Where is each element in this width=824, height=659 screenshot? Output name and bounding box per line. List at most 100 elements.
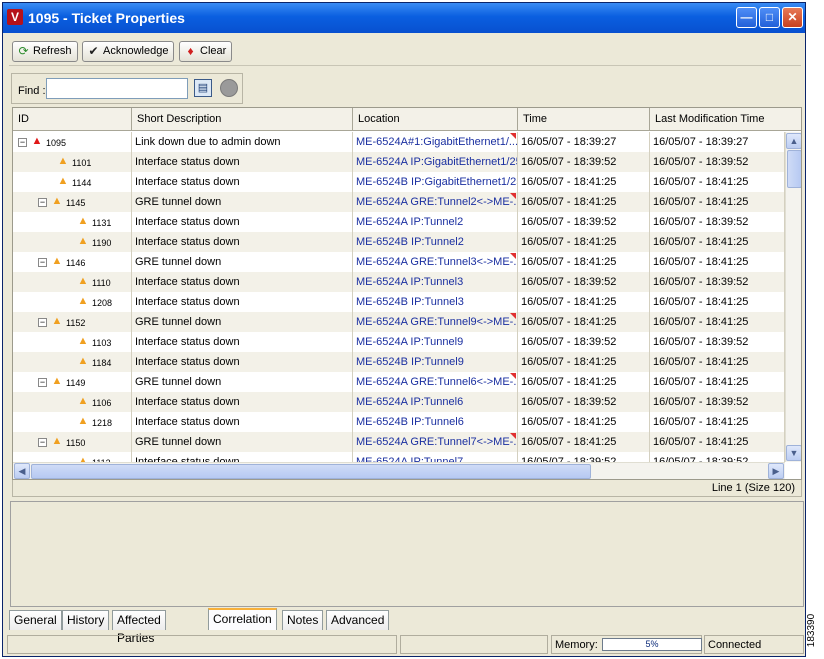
table-row[interactable]: ▲ 1131 Interface status down ME-6524A IP:Tu…	[13, 212, 785, 232]
table-row[interactable]: ▲ 1190 Interface status down ME-6524B IP:Tu…	[13, 232, 785, 252]
table-row[interactable]: − ▲ 1150 GRE tunnel down ME-6524A GRE:Tunnel…	[13, 432, 785, 452]
title-bar[interactable]: V 1095 - Ticket Properties — □ ✕	[3, 3, 805, 33]
table-row[interactable]: ▲ 1106 Interface status down ME-6524A IP:Tu…	[13, 392, 785, 412]
clear-button[interactable]: ♦ Clear	[179, 41, 233, 62]
table-row[interactable]: − ▲ 1149 GRE tunnel down ME-6524A GRE:Tunnel…	[13, 372, 785, 392]
cell-short-description-text: Interface status down	[135, 416, 240, 428]
cell-short-description-text: Interface status down	[135, 396, 240, 408]
ticket-id: 1152	[66, 318, 86, 328]
cell-short-description: Interface status down	[132, 332, 353, 352]
collapse-toggle-icon[interactable]: −	[38, 378, 47, 387]
clear-bell-icon: ♦	[187, 44, 194, 58]
table-row[interactable]: ▲ 1144 Interface status down ME-6524B IP:Gi…	[13, 172, 785, 192]
cell-last-modification-time-text: 16/05/07 - 18:39:52	[653, 216, 749, 228]
table-row[interactable]: ▲ 1110 Interface status down ME-6524A IP:Tu…	[13, 272, 785, 292]
cell-time: 16/05/07 - 18:39:52	[518, 152, 650, 172]
tab-correlation[interactable]: Correlation	[208, 608, 277, 630]
cell-location: ME-6524A IP:Tunnel9	[353, 332, 518, 352]
table-row[interactable]: − ▲ 1145 GRE tunnel down ME-6524A GRE:Tunnel…	[13, 192, 785, 212]
vertical-scroll-thumb[interactable]	[787, 150, 801, 188]
table-row[interactable]: ▲ 1218 Interface status down ME-6524B IP:Tu…	[13, 412, 785, 432]
acknowledge-button[interactable]: ✔ Acknowledge	[82, 41, 175, 62]
cell-id: ▲ 1184	[13, 352, 132, 372]
tab-advanced[interactable]: Advanced	[326, 610, 390, 630]
vertical-scrollbar[interactable]: ▲ ▼	[785, 132, 801, 462]
cell-short-description: Interface status down	[132, 152, 353, 172]
alarm-bell-icon: ▲	[51, 255, 63, 267]
cell-last-modification-time: 16/05/07 - 18:41:25	[650, 232, 785, 252]
alarm-bell-icon: ▲	[77, 415, 89, 427]
ticket-id: 1103	[92, 338, 112, 348]
table-row[interactable]: − ▲ 1095 Link down due to admin down ME-6524…	[13, 132, 785, 152]
collapse-toggle-icon[interactable]: −	[38, 438, 47, 447]
cell-time-text: 16/05/07 - 18:39:27	[521, 136, 617, 148]
table-row[interactable]: ▲ 1101 Interface status down ME-6524A IP:Gi…	[13, 152, 785, 172]
cell-id: ▲ 1101	[13, 152, 132, 172]
ticket-id: 1144	[72, 178, 92, 188]
truncated-marker-icon	[510, 253, 516, 259]
table-row[interactable]: ▲ 1103 Interface status down ME-6524A IP:Tu…	[13, 332, 785, 352]
table-row[interactable]: ▲ 1208 Interface status down ME-6524B IP:Tu…	[13, 292, 785, 312]
column-header-location[interactable]: Location	[353, 108, 518, 131]
cell-short-description-text: Interface status down	[135, 336, 240, 348]
status-segment-left	[7, 635, 397, 654]
save-icon[interactable]: ▤	[194, 79, 212, 97]
cell-time-text: 16/05/07 - 18:41:25	[521, 356, 617, 368]
cell-location: ME-6524A IP:Tunnel3	[353, 272, 518, 292]
collapse-toggle-icon[interactable]: −	[38, 258, 47, 267]
checkmark-icon: ✔	[88, 44, 99, 58]
ticket-id: 1095	[46, 138, 67, 148]
table-row[interactable]: − ▲ 1146 GRE tunnel down ME-6524A GRE:Tunnel…	[13, 252, 785, 272]
column-header-time[interactable]: Time	[518, 108, 650, 131]
cell-time: 16/05/07 - 18:39:52	[518, 272, 650, 292]
collapse-toggle-icon[interactable]: −	[38, 318, 47, 327]
collapse-toggle-icon[interactable]: −	[18, 138, 27, 147]
tab-general[interactable]: General	[9, 610, 62, 630]
correlation-table: ID Short Description Location Time Last …	[12, 107, 802, 480]
scroll-left-icon[interactable]: ◀	[14, 463, 30, 479]
cell-last-modification-time: 16/05/07 - 18:39:52	[650, 332, 785, 352]
table-row[interactable]: ▲ 1184 Interface status down ME-6524B IP:Tu…	[13, 352, 785, 372]
cell-time: 16/05/07 - 18:41:25	[518, 292, 650, 312]
cell-short-description-text: Interface status down	[135, 176, 240, 188]
cell-last-modification-time-text: 16/05/07 - 18:39:52	[653, 156, 749, 168]
tab-notes[interactable]: Notes	[282, 610, 324, 630]
cell-location-text: ME-6524B IP:GigabitEthernet1/25	[356, 176, 518, 188]
cell-last-modification-time-text: 16/05/07 - 18:41:25	[653, 236, 749, 248]
column-header-id[interactable]: ID	[13, 108, 132, 131]
minimize-icon[interactable]: —	[736, 7, 757, 28]
cell-time: 16/05/07 - 18:41:25	[518, 312, 650, 332]
maximize-icon[interactable]: □	[759, 7, 780, 28]
tab-affected-parties[interactable]: Affected Parties	[112, 610, 166, 645]
scroll-up-icon[interactable]: ▲	[786, 133, 801, 149]
refresh-button[interactable]: ⟳ Refresh	[12, 41, 78, 62]
column-header-last-modification-time[interactable]: Last Modification Time	[650, 108, 801, 131]
cell-time-text: 16/05/07 - 18:41:25	[521, 316, 617, 328]
scroll-down-icon[interactable]: ▼	[786, 445, 801, 461]
cell-time: 16/05/07 - 18:41:25	[518, 252, 650, 272]
find-input[interactable]	[46, 78, 188, 99]
cell-location: ME-6524B IP:Tunnel9	[353, 352, 518, 372]
column-header-short-description[interactable]: Short Description	[132, 108, 353, 131]
cell-time-text: 16/05/07 - 18:41:25	[521, 256, 617, 268]
cell-location-text: ME-6524A GRE:Tunnel7<->ME-...	[356, 436, 518, 448]
cell-id: ▲ 1106	[13, 392, 132, 412]
collapse-toggle-icon[interactable]: −	[38, 198, 47, 207]
horizontal-scrollbar[interactable]: ◀ ▶	[13, 462, 785, 479]
scroll-right-icon[interactable]: ▶	[768, 463, 784, 479]
tab-history[interactable]: History	[62, 610, 110, 630]
critical-alarm-bell-icon: ▲	[31, 135, 43, 147]
cell-last-modification-time: 16/05/07 - 18:41:25	[650, 312, 785, 332]
help-icon[interactable]	[220, 79, 238, 97]
close-icon[interactable]: ✕	[782, 7, 803, 28]
cell-time: 16/05/07 - 18:39:52	[518, 392, 650, 412]
table-row[interactable]: ▲1113Interface status downME-6524A IP:Tu…	[13, 452, 785, 462]
horizontal-scroll-thumb[interactable]	[31, 464, 591, 479]
cell-time-text: 16/05/07 - 18:39:52	[521, 156, 617, 168]
cell-short-description: GRE tunnel down	[132, 432, 353, 452]
table-row[interactable]: − ▲ 1152 GRE tunnel down ME-6524A GRE:Tunnel…	[13, 312, 785, 332]
cell-location: ME-6524B IP:Tunnel3	[353, 292, 518, 312]
cell-location-text: ME-6524B IP:Tunnel9	[356, 356, 464, 368]
cell-time-text: 16/05/07 - 18:41:25	[521, 296, 617, 308]
alarm-bell-icon: ▲	[77, 235, 89, 247]
